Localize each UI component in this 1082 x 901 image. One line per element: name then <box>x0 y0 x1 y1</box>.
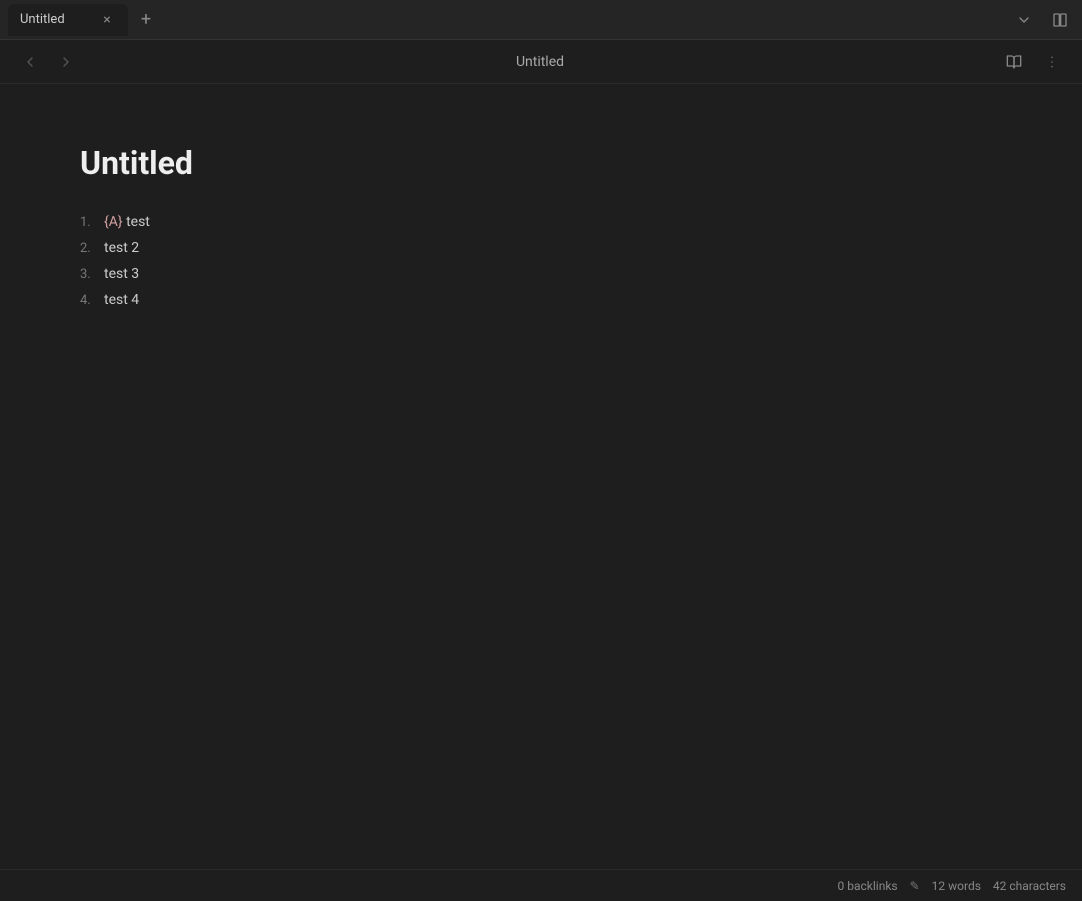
list-number: 4. <box>80 293 104 308</box>
forward-button[interactable] <box>52 48 80 76</box>
book-icon <box>1006 54 1022 70</box>
back-button[interactable] <box>16 48 44 76</box>
chevron-down-icon <box>1016 12 1032 28</box>
tab-close-button[interactable]: × <box>98 11 116 29</box>
backlinks-label: 0 backlinks <box>838 879 898 893</box>
toolbar-right <box>1000 48 1066 76</box>
list-text[interactable]: test 2 <box>104 240 139 256</box>
list-number: 3. <box>80 267 104 282</box>
list-item: 1. {A} test <box>80 214 1002 230</box>
list-item: 2. test 2 <box>80 240 1002 256</box>
tab-title: Untitled <box>20 12 65 27</box>
cursor-text: {A} <box>104 214 123 230</box>
tab-bar: Untitled × + <box>0 0 1082 40</box>
new-tab-button[interactable]: + <box>132 6 160 34</box>
tab-dropdown-icon[interactable] <box>1010 6 1038 34</box>
tab-untitled[interactable]: Untitled × <box>8 4 128 36</box>
words-status[interactable]: 12 words <box>932 879 981 893</box>
characters-label: 42 characters <box>993 879 1066 893</box>
backlinks-status[interactable]: 0 backlinks <box>838 879 898 893</box>
split-layout-icon <box>1052 12 1068 28</box>
reading-view-button[interactable] <box>1000 48 1028 76</box>
forward-icon <box>58 54 74 70</box>
main-content: Untitled 1. {A} test 2. test 2 3. test 3… <box>0 84 1082 869</box>
list-text[interactable]: {A} test <box>104 214 150 230</box>
nav-buttons <box>16 48 80 76</box>
list-item: 4. test 4 <box>80 292 1002 308</box>
more-vertical-icon <box>1044 54 1060 70</box>
words-label: 12 words <box>932 879 981 893</box>
list-text[interactable]: test 4 <box>104 292 139 308</box>
tab-bar-right <box>1010 6 1074 34</box>
edit-icon-status[interactable]: ✎ <box>910 879 920 893</box>
characters-status[interactable]: 42 characters <box>993 879 1066 893</box>
layout-icon[interactable] <box>1046 6 1074 34</box>
list-text[interactable]: test 3 <box>104 266 139 282</box>
document-title[interactable]: Untitled <box>80 144 1002 182</box>
ordered-list: 1. {A} test 2. test 2 3. test 3 4. test … <box>80 214 1002 308</box>
back-icon <box>22 54 38 70</box>
status-bar: 0 backlinks ✎ 12 words 42 characters <box>0 869 1082 901</box>
list-item: 3. test 3 <box>80 266 1002 282</box>
toolbar: Untitled <box>0 40 1082 84</box>
list-number: 1. <box>80 215 104 230</box>
pencil-icon: ✎ <box>910 879 920 893</box>
list-number: 2. <box>80 241 104 256</box>
toolbar-title: Untitled <box>80 54 1000 70</box>
more-options-button[interactable] <box>1038 48 1066 76</box>
